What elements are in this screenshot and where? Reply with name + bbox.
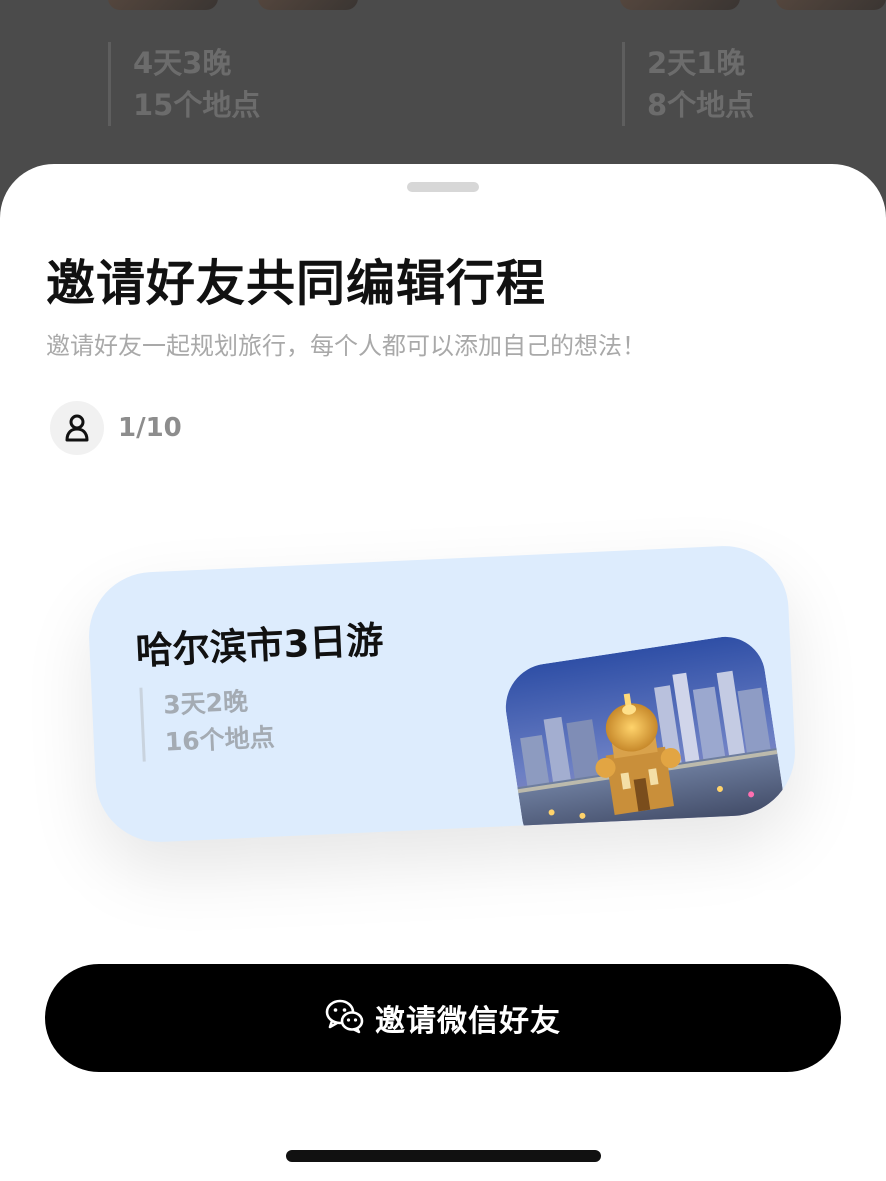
member-count: 1/10 [118, 413, 182, 443]
background-trip-thumbnail [620, 0, 740, 10]
trip-card[interactable]: 哈尔滨市3日游 3天2晚 16个地点 [86, 543, 798, 845]
background-trip-thumbnail [776, 0, 886, 10]
trip-title: 哈尔滨市3日游 [134, 618, 385, 673]
trip-info: 3天2晚 16个地点 [139, 681, 276, 762]
background-trip-thumbnail [108, 0, 218, 10]
background-trip-places: 8个地点 [647, 88, 755, 122]
background-trip-places: 15个地点 [133, 88, 261, 122]
trip-duration: 3天2晚 [162, 686, 249, 720]
home-indicator[interactable] [286, 1150, 601, 1162]
member-count-row: 1/10 [50, 400, 182, 456]
trip-places: 16个地点 [164, 722, 276, 757]
screen: 4天3晚 15个地点 2天1晚 8个地点 邀请好友共同编辑行程 邀请好友一起规划… [0, 0, 886, 1181]
background-trip-thumbnail [258, 0, 358, 10]
sheet-grabber[interactable] [407, 182, 479, 192]
background-trip-info[interactable]: 4天3晚 15个地点 [108, 42, 260, 126]
trip-card-surface: 哈尔滨市3日游 3天2晚 16个地点 [86, 543, 798, 845]
invite-bottom-sheet: 邀请好友共同编辑行程 邀请好友一起规划旅行，每个人都可以添加自己的想法！ 1/1… [0, 164, 886, 1181]
invite-wechat-label: 邀请微信好友 [375, 1004, 561, 1039]
sheet-subtitle: 邀请好友一起规划旅行，每个人都可以添加自己的想法！ [46, 332, 646, 360]
background-trip-info[interactable]: 2天1晚 8个地点 [622, 42, 754, 126]
person-icon [50, 401, 104, 455]
background-trip-duration: 4天3晚 [133, 46, 232, 80]
sheet-title: 邀请好友共同编辑行程 [46, 255, 547, 312]
trip-cover-photo [499, 631, 788, 845]
invite-wechat-button[interactable]: 邀请微信好友 [45, 964, 841, 1072]
wechat-icon [325, 998, 365, 1038]
background-trip-duration: 2天1晚 [647, 46, 746, 80]
